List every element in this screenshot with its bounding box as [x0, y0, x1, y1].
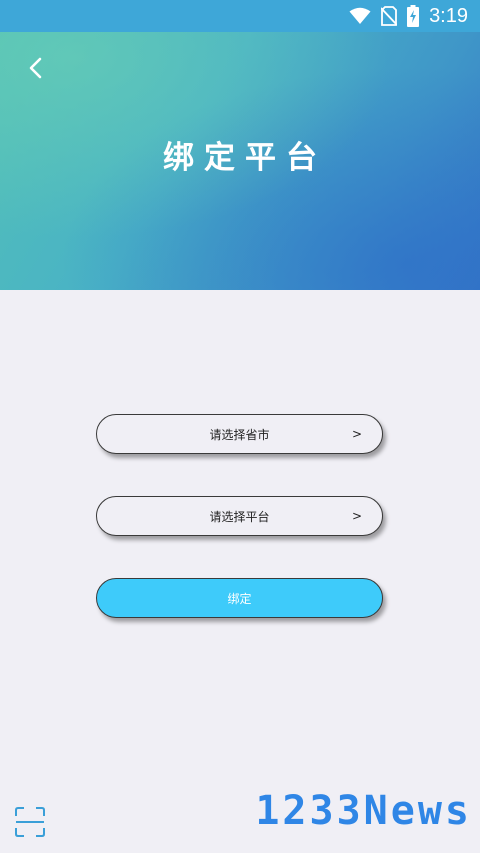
status-time: 3:19 [429, 4, 468, 27]
scan-button[interactable] [14, 806, 46, 838]
wifi-icon [349, 7, 371, 25]
scan-icon [15, 807, 45, 837]
chevron-left-icon [29, 57, 42, 79]
header: 绑定平台 [0, 32, 480, 290]
status-bar: 3:19 [0, 0, 480, 32]
platform-select[interactable]: 请选择平台 > [96, 496, 383, 536]
chevron-right-icon: > [351, 509, 362, 523]
province-select[interactable]: 请选择省市 > [96, 414, 383, 454]
bind-button[interactable]: 绑定 [96, 578, 383, 618]
platform-select-label: 请选择平台 [209, 509, 270, 524]
battery-charging-icon [407, 5, 420, 27]
back-button[interactable] [18, 50, 54, 86]
page-title: 绑定平台 [163, 140, 327, 176]
no-sim-icon [381, 6, 398, 26]
chevron-right-icon: > [351, 427, 362, 441]
watermark: 1233News [255, 788, 472, 834]
bind-button-label: 绑定 [227, 591, 252, 606]
province-select-label: 请选择省市 [209, 427, 270, 442]
